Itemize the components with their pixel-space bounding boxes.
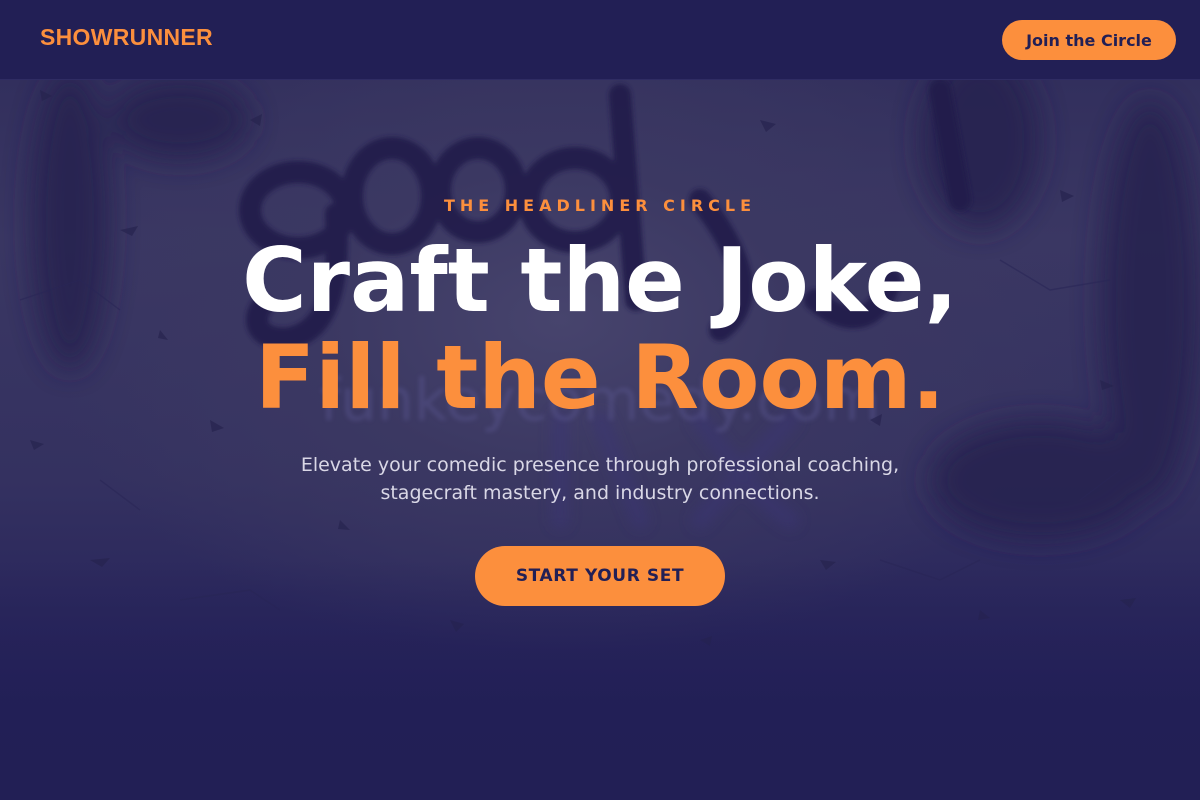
brand-logo[interactable]: SHOWRUNNER	[40, 24, 213, 51]
hero-subtitle: Elevate your comedic presence through pr…	[250, 451, 950, 507]
subtitle-line-1: Elevate your comedic presence through pr…	[300, 454, 900, 476]
site-header: SHOWRUNNER Join the Circle	[0, 0, 1200, 80]
headline-line-1: Craft the Joke,	[242, 229, 958, 332]
start-your-set-button[interactable]: START YOUR SET	[475, 546, 725, 606]
landing-page: funkeycomedy.com SHOWRUNNER Join the Cir…	[0, 0, 1200, 800]
join-the-circle-button[interactable]: Join the Circle	[1002, 20, 1176, 60]
headline-line-2: Fill the Room.	[254, 326, 946, 429]
hero-eyebrow: THE HEADLINER CIRCLE	[443, 196, 757, 215]
subtitle-line-2: stagecraft mastery, and industry connect…	[380, 482, 820, 504]
